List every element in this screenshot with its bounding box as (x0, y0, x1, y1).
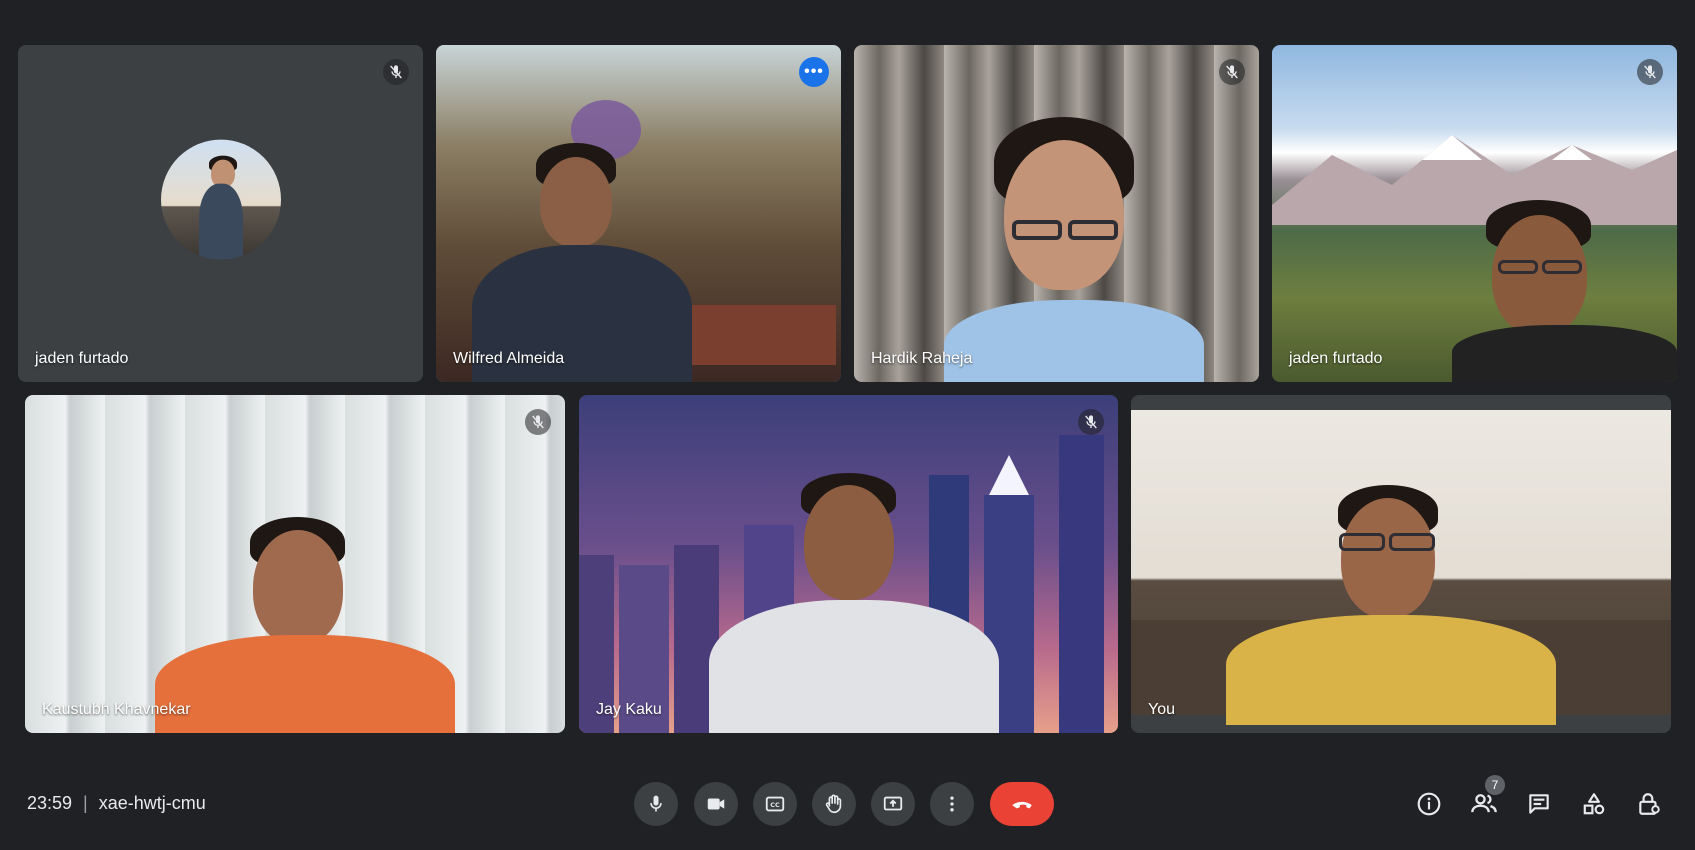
more-options-icon[interactable]: ••• (799, 57, 829, 87)
hang-up-icon (1012, 801, 1032, 809)
meet-stage: jaden furtado ••• Wilfred Almeida Hardik… (0, 0, 1695, 850)
camera-button[interactable] (694, 782, 738, 826)
participant-avatar (160, 139, 281, 260)
mic-muted-icon (1219, 59, 1245, 85)
participant-name: Hardik Raheja (871, 350, 973, 367)
meeting-info: 23:59 | xae-hwtj-cmu (27, 793, 206, 814)
meeting-code[interactable]: xae-hwtj-cmu (99, 793, 206, 814)
participant-name: Wilfred Almeida (453, 350, 565, 367)
separator: | (83, 793, 88, 813)
meeting-time: 23:59 (27, 793, 73, 813)
participant-tile[interactable]: Hardik Raheja (854, 45, 1259, 382)
participant-name: Kaustubh Khavnekar (42, 701, 191, 718)
participant-tile-self[interactable]: You (1131, 395, 1671, 733)
activities-shapes-icon (1583, 793, 1605, 815)
captions-button[interactable]: CC (753, 782, 797, 826)
more-options-icon (950, 796, 954, 812)
info-icon (1417, 792, 1441, 816)
participant-name: Jay Kaku (596, 701, 662, 718)
participant-tile[interactable]: Kaustubh Khavnekar (25, 395, 565, 733)
raise-hand-icon (825, 794, 842, 814)
microphone-button[interactable] (634, 782, 678, 826)
participant-tile[interactable]: jaden furtado (18, 45, 423, 382)
participant-tile-active[interactable]: ••• Wilfred Almeida (436, 45, 841, 382)
chat-button[interactable] (1522, 787, 1556, 821)
present-screen-icon (883, 796, 903, 811)
mic-muted-icon (383, 59, 409, 85)
lock-person-icon (1639, 793, 1660, 815)
chat-icon (1529, 794, 1549, 814)
camera-icon (707, 798, 725, 810)
activities-button[interactable] (1577, 787, 1611, 821)
raise-hand-button[interactable] (812, 782, 856, 826)
mountain-background (1272, 135, 1677, 225)
present-button[interactable] (871, 782, 915, 826)
participant-tile[interactable]: jaden furtado (1272, 45, 1677, 382)
participants-count-badge: 7 (1485, 775, 1505, 795)
meeting-details-button[interactable] (1412, 787, 1446, 821)
host-controls-button[interactable] (1632, 787, 1666, 821)
participant-name: jaden furtado (35, 350, 129, 367)
mic-muted-icon (1078, 409, 1104, 435)
mic-muted-icon (525, 409, 551, 435)
participant-name: You (1148, 701, 1175, 718)
participant-tile[interactable]: Jay Kaku (579, 395, 1118, 733)
participant-name: jaden furtado (1289, 350, 1383, 367)
leave-call-button[interactable] (990, 782, 1054, 826)
closed-captions-icon: CC (765, 796, 785, 812)
more-options-button[interactable] (930, 782, 974, 826)
microphone-icon (650, 795, 662, 812)
svg-text:CC: CC (770, 801, 780, 809)
participants-button[interactable]: 7 (1467, 775, 1505, 821)
mic-muted-icon (1637, 59, 1663, 85)
